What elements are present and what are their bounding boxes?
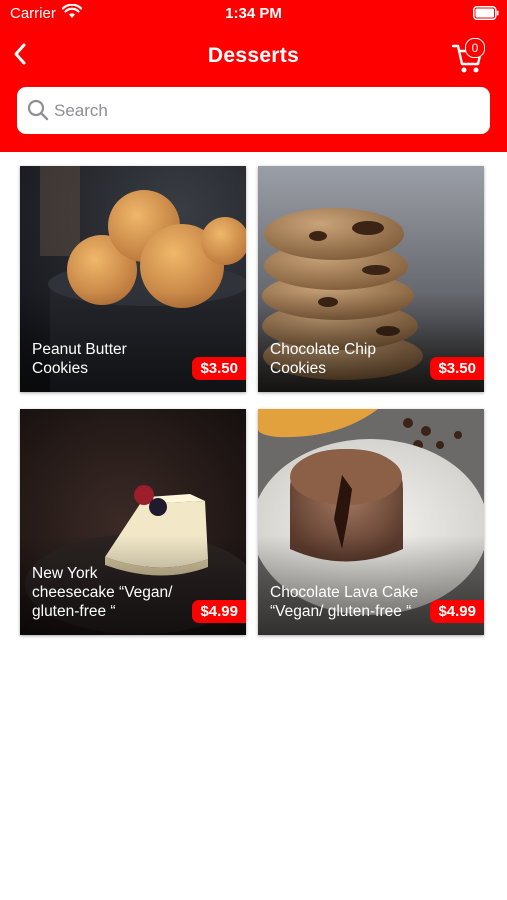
search-icon (27, 99, 49, 121)
cart-count-badge: 0 (465, 38, 485, 58)
search-input[interactable] (52, 95, 476, 127)
price-badge: $3.50 (430, 357, 484, 380)
page-title: Desserts (207, 44, 300, 67)
battery-icon (473, 6, 499, 20)
price-badge: $3.50 (192, 357, 246, 380)
product-card[interactable]: New York cheesecake “Vegan/ gluten-free … (20, 409, 246, 635)
app-header: Carrier 1:34 PM Desserts 0 (0, 0, 507, 152)
price-badge: $4.99 (430, 600, 484, 623)
product-card[interactable]: Peanut Butter Cookies $3.50 (20, 166, 246, 392)
product-name: Chocolate Lava Cake “Vegan/ gluten-free … (270, 584, 419, 620)
product-card[interactable]: Chocolate Lava Cake “Vegan/ gluten-free … (258, 409, 484, 635)
nav-bar: Desserts 0 (0, 30, 507, 82)
product-name: Peanut Butter Cookies (32, 341, 127, 377)
product-card[interactable]: Chocolate Chip Cookies $3.50 (258, 166, 484, 392)
product-name: New York cheesecake “Vegan/ gluten-free … (32, 565, 173, 620)
cart-button[interactable]: 0 (451, 34, 491, 74)
product-name: Chocolate Chip Cookies (270, 341, 376, 377)
status-time: 1:34 PM (225, 5, 282, 22)
status-bar: Carrier 1:34 PM (0, 0, 507, 28)
price-badge: $4.99 (192, 600, 246, 623)
search-bar[interactable] (17, 87, 490, 134)
